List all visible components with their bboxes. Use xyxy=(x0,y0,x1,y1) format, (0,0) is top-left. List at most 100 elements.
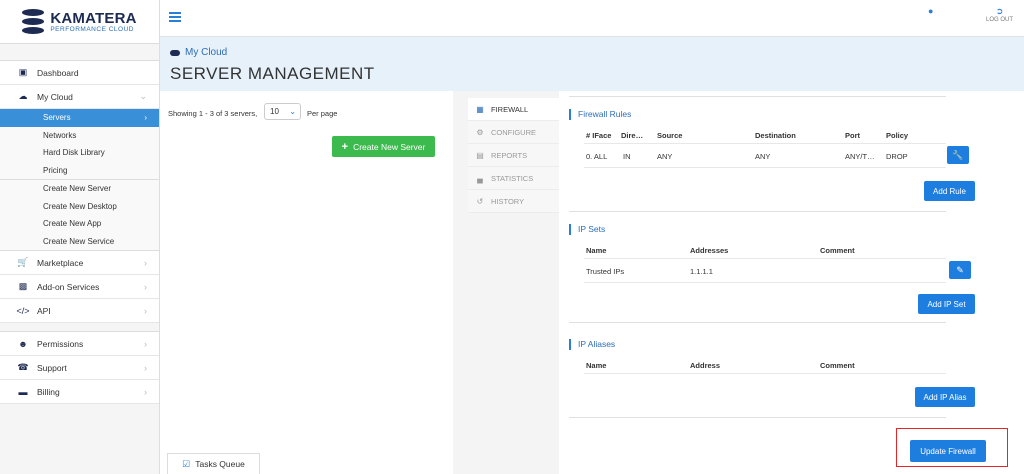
edit-ip-set-button[interactable]: ✎ xyxy=(949,261,971,279)
sidebar-subitem-create-new-desktop[interactable]: Create New Desktop xyxy=(0,197,159,215)
page-header: My Cloud SERVER MANAGEMENT xyxy=(160,37,1024,91)
sidebar-item-billing[interactable]: ▬ Billing › xyxy=(0,380,159,404)
ip-aliases-card: IP Aliases Name Address Comment Add IP A… xyxy=(569,339,975,418)
brand-logo[interactable]: KAMATERA PERFORMANCE CLOUD xyxy=(0,0,159,44)
breadcrumb-my-cloud[interactable]: My Cloud xyxy=(185,47,227,58)
sidebar-item-label: API xyxy=(37,305,51,316)
breadcrumb[interactable]: My Cloud xyxy=(170,47,227,58)
rule-direction: IN xyxy=(623,152,631,161)
edit-rule-button[interactable]: 🔧 xyxy=(947,146,969,164)
col-address: Address xyxy=(690,361,721,370)
sidebar-item-my-cloud[interactable]: ☁ My Cloud ⌄ xyxy=(0,85,159,109)
logout-icon: ➲ xyxy=(995,6,1004,16)
rule-destination: ANY xyxy=(755,152,771,161)
tab-label: FIREWALL xyxy=(491,104,529,114)
sidebar-item-support[interactable]: ☎ Support › xyxy=(0,356,159,380)
tasks-queue-tab[interactable]: ☑ Tasks Queue xyxy=(167,453,260,474)
rule-source: ANY xyxy=(657,152,673,161)
users-icon: ☻ xyxy=(18,338,28,349)
sidebar-subitem-pricing[interactable]: Pricing xyxy=(0,161,159,179)
tasks-queue-label: Tasks Queue xyxy=(195,459,245,469)
create-new-server-label: Create New Server xyxy=(353,141,426,152)
chevron-right-icon: › xyxy=(144,338,147,349)
tab-label: STATISTICS xyxy=(491,173,534,183)
tab-firewall[interactable]: ▦ FIREWALL xyxy=(468,98,559,121)
col-comment: Comment xyxy=(820,246,855,255)
cart-icon: 🛒 xyxy=(17,257,29,267)
rule-policy: DROP xyxy=(886,152,908,161)
ipset-addresses: 1.1.1.1 xyxy=(690,267,713,276)
tab-statistics[interactable]: ▄ STATISTICS xyxy=(468,167,559,190)
wrench-icon: 🔧 xyxy=(952,149,964,160)
logout-button[interactable]: ➲ LOG OUT xyxy=(986,6,1013,23)
logout-label: LOG OUT xyxy=(986,17,1014,23)
chevron-right-icon: › xyxy=(144,281,147,292)
checkbox-icon: ☑ xyxy=(182,458,191,469)
sidebar-subitem-create-new-service[interactable]: Create New Service xyxy=(0,232,159,250)
chevron-right-icon: › xyxy=(144,305,147,316)
tab-label: REPORTS xyxy=(491,150,528,160)
bar-chart-icon: ▄ xyxy=(477,173,483,183)
tab-reports[interactable]: ▤ REPORTS xyxy=(468,144,559,167)
chevron-right-icon: › xyxy=(144,113,147,123)
plus-icon: + xyxy=(341,140,349,153)
sidebar-item-permissions[interactable]: ☻ Permissions › xyxy=(0,332,159,356)
add-ip-set-button[interactable]: Add IP Set xyxy=(918,294,975,314)
per-page-value: 10 xyxy=(270,107,279,116)
add-ip-alias-button[interactable]: Add IP Alias xyxy=(915,387,975,407)
sidebar-subitem-create-new-server[interactable]: Create New Server xyxy=(0,180,159,198)
tab-configure[interactable]: ⚙ CONFIGURE xyxy=(468,121,559,144)
chevron-down-icon: ⌄ xyxy=(139,91,147,101)
rule-iface: 0. ALL xyxy=(586,152,608,161)
sidebar-subitem-hard-disk-library[interactable]: Hard Disk Library xyxy=(0,144,159,162)
sidebar-subitem-label: Servers xyxy=(43,113,71,123)
sidebar-item-label: My Cloud xyxy=(37,91,73,102)
sidebar-item-label: Dashboard xyxy=(37,67,79,78)
per-page-label: Per page xyxy=(307,109,338,118)
col-name: Name xyxy=(586,361,607,370)
per-page-select[interactable]: 10 ⌄ xyxy=(264,103,301,120)
sidebar-item-addon-services[interactable]: ▩ Add-on Services › xyxy=(0,275,159,299)
sidebar-item-dashboard[interactable]: ▣ Dashboard xyxy=(0,61,159,85)
col-destination: Destination xyxy=(755,131,796,140)
chevron-right-icon: › xyxy=(144,257,147,268)
chevron-down-icon: ⌄ xyxy=(289,107,296,116)
sidebar-item-label: Support xyxy=(37,362,67,373)
hamburger-menu-icon[interactable] xyxy=(169,12,181,22)
sidebar-item-label: Permissions xyxy=(37,338,84,349)
server-tabs: ▦ FIREWALL ⚙ CONFIGURE ▤ REPORTS ▄ STATI… xyxy=(468,98,559,213)
firewall-icon: ▦ xyxy=(476,104,484,114)
ipset-name: Trusted IPs xyxy=(586,267,625,276)
col-comment: Comment xyxy=(820,361,855,370)
col-addresses: Addresses xyxy=(690,246,729,255)
create-new-server-button[interactable]: + Create New Server xyxy=(332,136,435,157)
showing-count: Showing 1 - 3 of 3 servers, xyxy=(168,109,258,118)
firewall-rules-title: Firewall Rules xyxy=(569,109,631,120)
sidebar-item-marketplace[interactable]: 🛒 Marketplace › xyxy=(0,251,159,275)
col-name: Name xyxy=(586,246,607,255)
sidebar-subitem-create-new-app[interactable]: Create New App xyxy=(0,215,159,233)
sidebar-item-label: Add-on Services xyxy=(37,281,100,292)
sidebar-subitem-servers[interactable]: Servers › xyxy=(0,109,159,127)
ip-aliases-title: IP Aliases xyxy=(569,339,615,350)
firewall-rules-card: Firewall Rules # IFace Dire… Source Dest… xyxy=(569,109,975,212)
tab-history[interactable]: ↺ HISTORY xyxy=(468,190,559,213)
user-icon[interactable]: ● xyxy=(928,6,933,16)
page-title: SERVER MANAGEMENT xyxy=(170,64,375,83)
ip-sets-card: IP Sets Name Addresses Comment Trusted I… xyxy=(569,224,975,323)
sidebar-item-api[interactable]: </> API › xyxy=(0,299,159,323)
topbar: ● ➲ LOG OUT xyxy=(160,0,1024,37)
cloud-icon xyxy=(170,49,180,56)
sidebar-subitem-networks[interactable]: Networks xyxy=(0,126,159,144)
firewall-pane: Firewall Rules # IFace Dire… Source Dest… xyxy=(559,91,1024,474)
code-icon: </> xyxy=(16,305,30,316)
col-source: Source xyxy=(657,131,683,140)
add-rule-button[interactable]: Add Rule xyxy=(924,181,975,201)
col-iface: # IFace xyxy=(586,131,612,140)
brand-name: KAMATERA xyxy=(50,9,137,27)
chevron-right-icon: › xyxy=(144,362,147,373)
cloud-icon: ☁ xyxy=(18,91,28,101)
reports-icon: ▤ xyxy=(476,150,484,160)
history-icon: ↺ xyxy=(476,196,484,206)
ip-sets-title: IP Sets xyxy=(569,224,605,235)
